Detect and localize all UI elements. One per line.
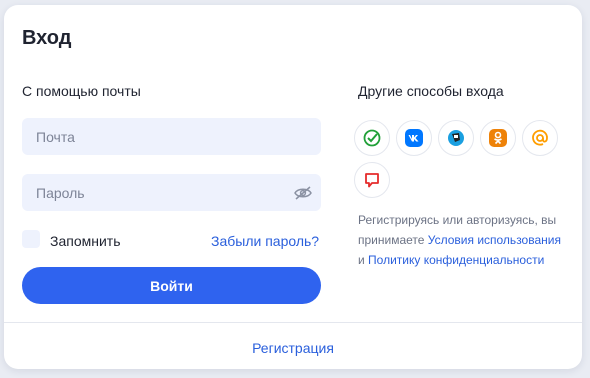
remember-checkbox[interactable] (22, 230, 40, 248)
tinkoff-icon (448, 130, 464, 146)
ok-icon (489, 129, 507, 147)
mailru-login-button[interactable] (522, 120, 558, 156)
page-title: Вход (22, 27, 72, 49)
vk-login-button[interactable] (396, 120, 432, 156)
ok-login-button[interactable] (480, 120, 516, 156)
pikabu-icon (365, 173, 379, 188)
forgot-password-link[interactable]: Забыли пароль? (211, 233, 319, 249)
email-section-label: С помощью почты (22, 83, 141, 99)
legal-and: и (358, 253, 369, 267)
email-field[interactable] (22, 118, 321, 155)
mailru-icon (532, 129, 548, 146)
privacy-link[interactable]: Политику конфиденциальности (368, 253, 544, 267)
sber-login-button[interactable] (354, 120, 390, 156)
divider (4, 322, 582, 323)
vk-icon (405, 129, 423, 147)
terms-link[interactable]: Условия использования (428, 233, 561, 247)
other-methods-label: Другие способы входа (358, 83, 504, 99)
register-link[interactable]: Регистрация (4, 340, 582, 356)
remember-label: Запомнить (50, 233, 121, 249)
tinkoff-login-button[interactable] (438, 120, 474, 156)
login-card: Вход С помощью почты Запомнить Забыли па… (4, 5, 582, 369)
login-button[interactable]: Войти (22, 267, 321, 304)
eye-icon[interactable] (294, 186, 312, 200)
legal-text: Регистрируясь или авторизуясь, вы приним… (358, 210, 568, 270)
pikabu-login-button[interactable] (354, 162, 390, 198)
password-field[interactable] (22, 174, 321, 211)
sber-icon (363, 129, 381, 147)
